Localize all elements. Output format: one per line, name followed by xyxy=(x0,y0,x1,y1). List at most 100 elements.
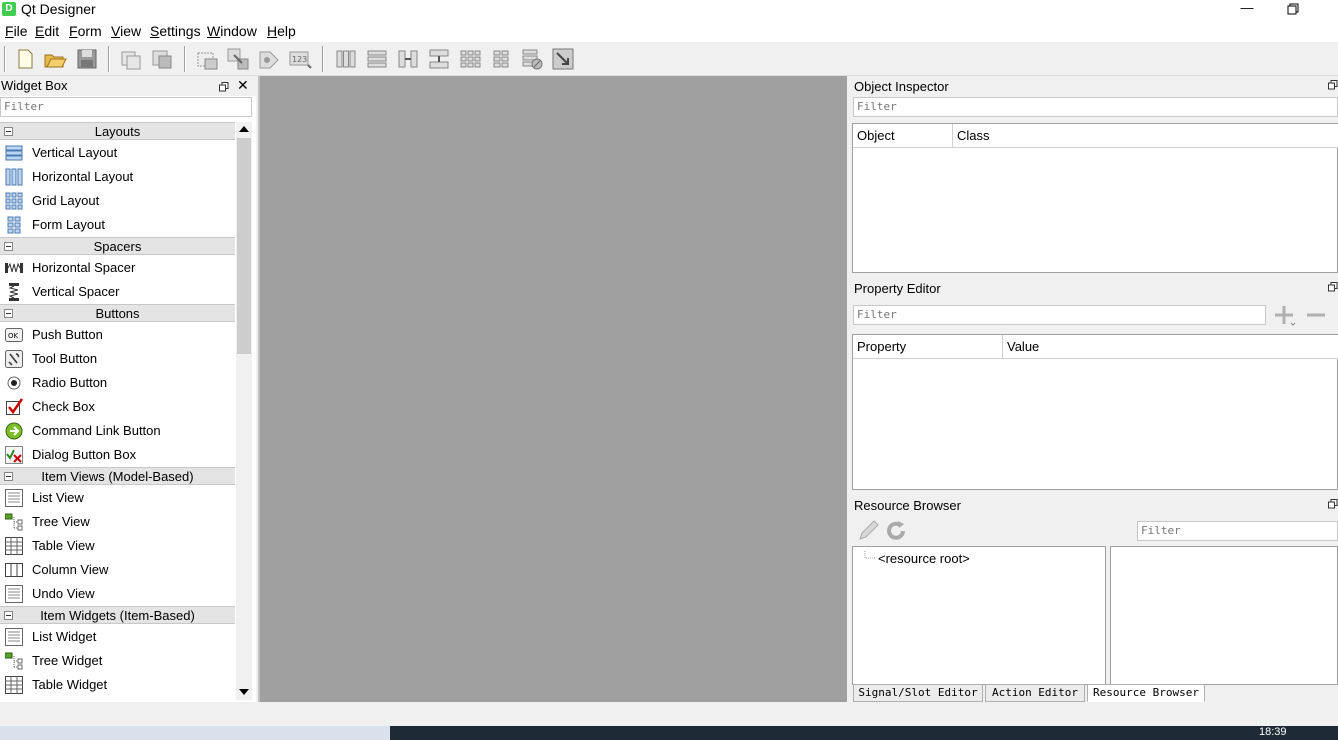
edit-tab-order-button[interactable]: 123 xyxy=(288,47,312,71)
widget-table-view[interactable]: Table View xyxy=(0,534,235,558)
column-value[interactable]: Value xyxy=(1003,335,1338,359)
widget-list-view[interactable]: List View xyxy=(0,486,235,510)
widget-undo-view[interactable]: Undo View xyxy=(0,582,235,606)
scrollbar-thumb[interactable] xyxy=(237,138,251,354)
minimize-button[interactable]: — xyxy=(1224,0,1270,20)
taskbar-clock[interactable]: 18:39 xyxy=(1259,726,1287,738)
object-inspector-filter-input[interactable]: Filter xyxy=(853,97,1338,117)
menu-help[interactable]: Help xyxy=(267,23,296,39)
close-icon: ✕ xyxy=(237,77,249,93)
new-form-button[interactable] xyxy=(13,47,37,71)
paste-button[interactable] xyxy=(150,47,174,71)
widget-horizontal-spacer[interactable]: Horizontal Spacer xyxy=(0,256,235,280)
widget-command-link-button[interactable]: Command Link Button xyxy=(0,419,235,443)
property-editor-filter-input[interactable]: Filter xyxy=(853,305,1266,325)
widget-radio-button[interactable]: Radio Button xyxy=(0,371,235,395)
add-property-button[interactable] xyxy=(1272,303,1296,327)
widget-check-box[interactable]: Check Box xyxy=(0,395,235,419)
widget-column-view[interactable]: Column View xyxy=(0,558,235,582)
category-layouts[interactable]: Layouts xyxy=(0,122,235,140)
category-label: Item Widgets (Item-Based) xyxy=(40,608,195,623)
widget-vertical-spacer[interactable]: Vertical Spacer xyxy=(0,280,235,304)
list-widget-icon xyxy=(5,628,23,646)
vertical-splitter-button[interactable] xyxy=(427,47,451,71)
taskbar-search-area[interactable] xyxy=(0,726,390,740)
resource-list[interactable] xyxy=(1110,546,1338,685)
edit-signals-button[interactable] xyxy=(226,47,250,71)
grid-layout-button[interactable] xyxy=(458,47,482,71)
restore-button[interactable] xyxy=(1270,0,1316,20)
grid-layout-icon xyxy=(5,192,23,210)
tab-signal-slot-editor[interactable]: Signal/Slot Editor xyxy=(853,684,983,702)
menu-form[interactable]: Form xyxy=(69,23,102,39)
save-button[interactable] xyxy=(75,47,99,71)
tab-resource-browser[interactable]: Resource Browser xyxy=(1087,684,1205,702)
resource-browser-panel: Resource Browser Filter <resource root> xyxy=(849,495,1338,685)
resource-filter-input[interactable]: Filter xyxy=(1137,521,1338,541)
menu-file[interactable]: File xyxy=(5,23,28,39)
widget-list-widget[interactable]: List Widget xyxy=(0,625,235,649)
widget-dialog-button-box[interactable]: Dialog Button Box xyxy=(0,443,235,467)
adjust-size-button[interactable] xyxy=(551,47,575,71)
widget-box-filter-input[interactable]: Filter xyxy=(0,97,252,117)
widget-box-scrollbar[interactable] xyxy=(236,122,252,700)
tree-branch-icon xyxy=(864,551,875,559)
reload-button[interactable] xyxy=(885,519,909,543)
save-icon xyxy=(77,49,97,69)
copy-button[interactable] xyxy=(119,47,143,71)
tree-widget-icon xyxy=(5,652,23,670)
widget-grid-layout[interactable]: Grid Layout xyxy=(0,189,235,213)
resource-root-item[interactable]: <resource root> xyxy=(878,551,970,566)
widget-form-layout[interactable]: Form Layout xyxy=(0,213,235,237)
layout-horizontally-button[interactable] xyxy=(334,47,358,71)
svg-text:OK: OK xyxy=(8,332,19,340)
category-item-views[interactable]: Item Views (Model-Based) xyxy=(0,467,235,485)
app-icon: D xyxy=(2,2,16,16)
window-title: Qt Designer xyxy=(21,1,96,17)
menu-view[interactable]: View xyxy=(111,23,141,39)
category-buttons[interactable]: Buttons xyxy=(0,304,235,322)
category-spacers[interactable]: Spacers xyxy=(0,237,235,255)
edit-widgets-button[interactable] xyxy=(195,47,219,71)
column-class[interactable]: Class xyxy=(953,124,1338,148)
object-tree[interactable]: Object Class xyxy=(852,123,1338,273)
vertical-spacer-icon xyxy=(8,283,19,301)
signal-slot-icon xyxy=(227,48,249,70)
widget-push-button[interactable]: OK Push Button xyxy=(0,323,235,347)
copy-icon xyxy=(121,51,141,70)
remove-property-button[interactable] xyxy=(1304,303,1328,327)
column-property[interactable]: Property xyxy=(853,335,1003,359)
open-button[interactable] xyxy=(43,47,67,71)
layout-vertically-button[interactable] xyxy=(365,47,389,71)
edit-resources-button[interactable] xyxy=(856,519,880,543)
category-item-widgets[interactable]: Item Widgets (Item-Based) xyxy=(0,606,235,624)
tab-action-editor[interactable]: Action Editor xyxy=(985,684,1085,702)
close-button[interactable]: ✕ xyxy=(237,77,249,94)
widget-horizontal-layout[interactable]: Horizontal Layout xyxy=(0,165,235,189)
resource-tree[interactable]: <resource root> xyxy=(852,546,1106,685)
float-icon xyxy=(219,82,229,92)
horizontal-splitter-button[interactable] xyxy=(396,47,420,71)
form-layout-button[interactable] xyxy=(489,47,513,71)
column-object[interactable]: Object xyxy=(853,124,953,148)
float-button[interactable] xyxy=(219,80,229,95)
property-table[interactable]: Property Value xyxy=(852,334,1338,490)
widget-vertical-layout[interactable]: Vertical Layout xyxy=(0,141,235,165)
buddy-icon xyxy=(259,51,279,69)
widget-tree-view[interactable]: Tree View xyxy=(0,510,235,534)
scroll-down-icon xyxy=(239,689,249,695)
widget-tree-widget[interactable]: Tree Widget xyxy=(0,649,235,673)
break-layout-button[interactable] xyxy=(520,47,544,71)
menu-window[interactable]: Window xyxy=(207,23,257,39)
widget-tool-button[interactable]: Tool Button xyxy=(0,347,235,371)
toolbar: 123 xyxy=(0,42,1338,76)
edit-buddies-button[interactable] xyxy=(257,47,281,71)
category-label: Spacers xyxy=(93,239,142,254)
tool-button-icon xyxy=(5,350,23,368)
form-editor-area[interactable] xyxy=(258,76,847,702)
menu-settings[interactable]: Settings xyxy=(150,23,201,39)
menu-edit[interactable]: Edit xyxy=(35,23,59,39)
widget-table-widget[interactable]: Table Widget xyxy=(0,673,235,697)
float-icon xyxy=(1328,282,1338,292)
vertical-splitter-icon xyxy=(429,49,449,69)
